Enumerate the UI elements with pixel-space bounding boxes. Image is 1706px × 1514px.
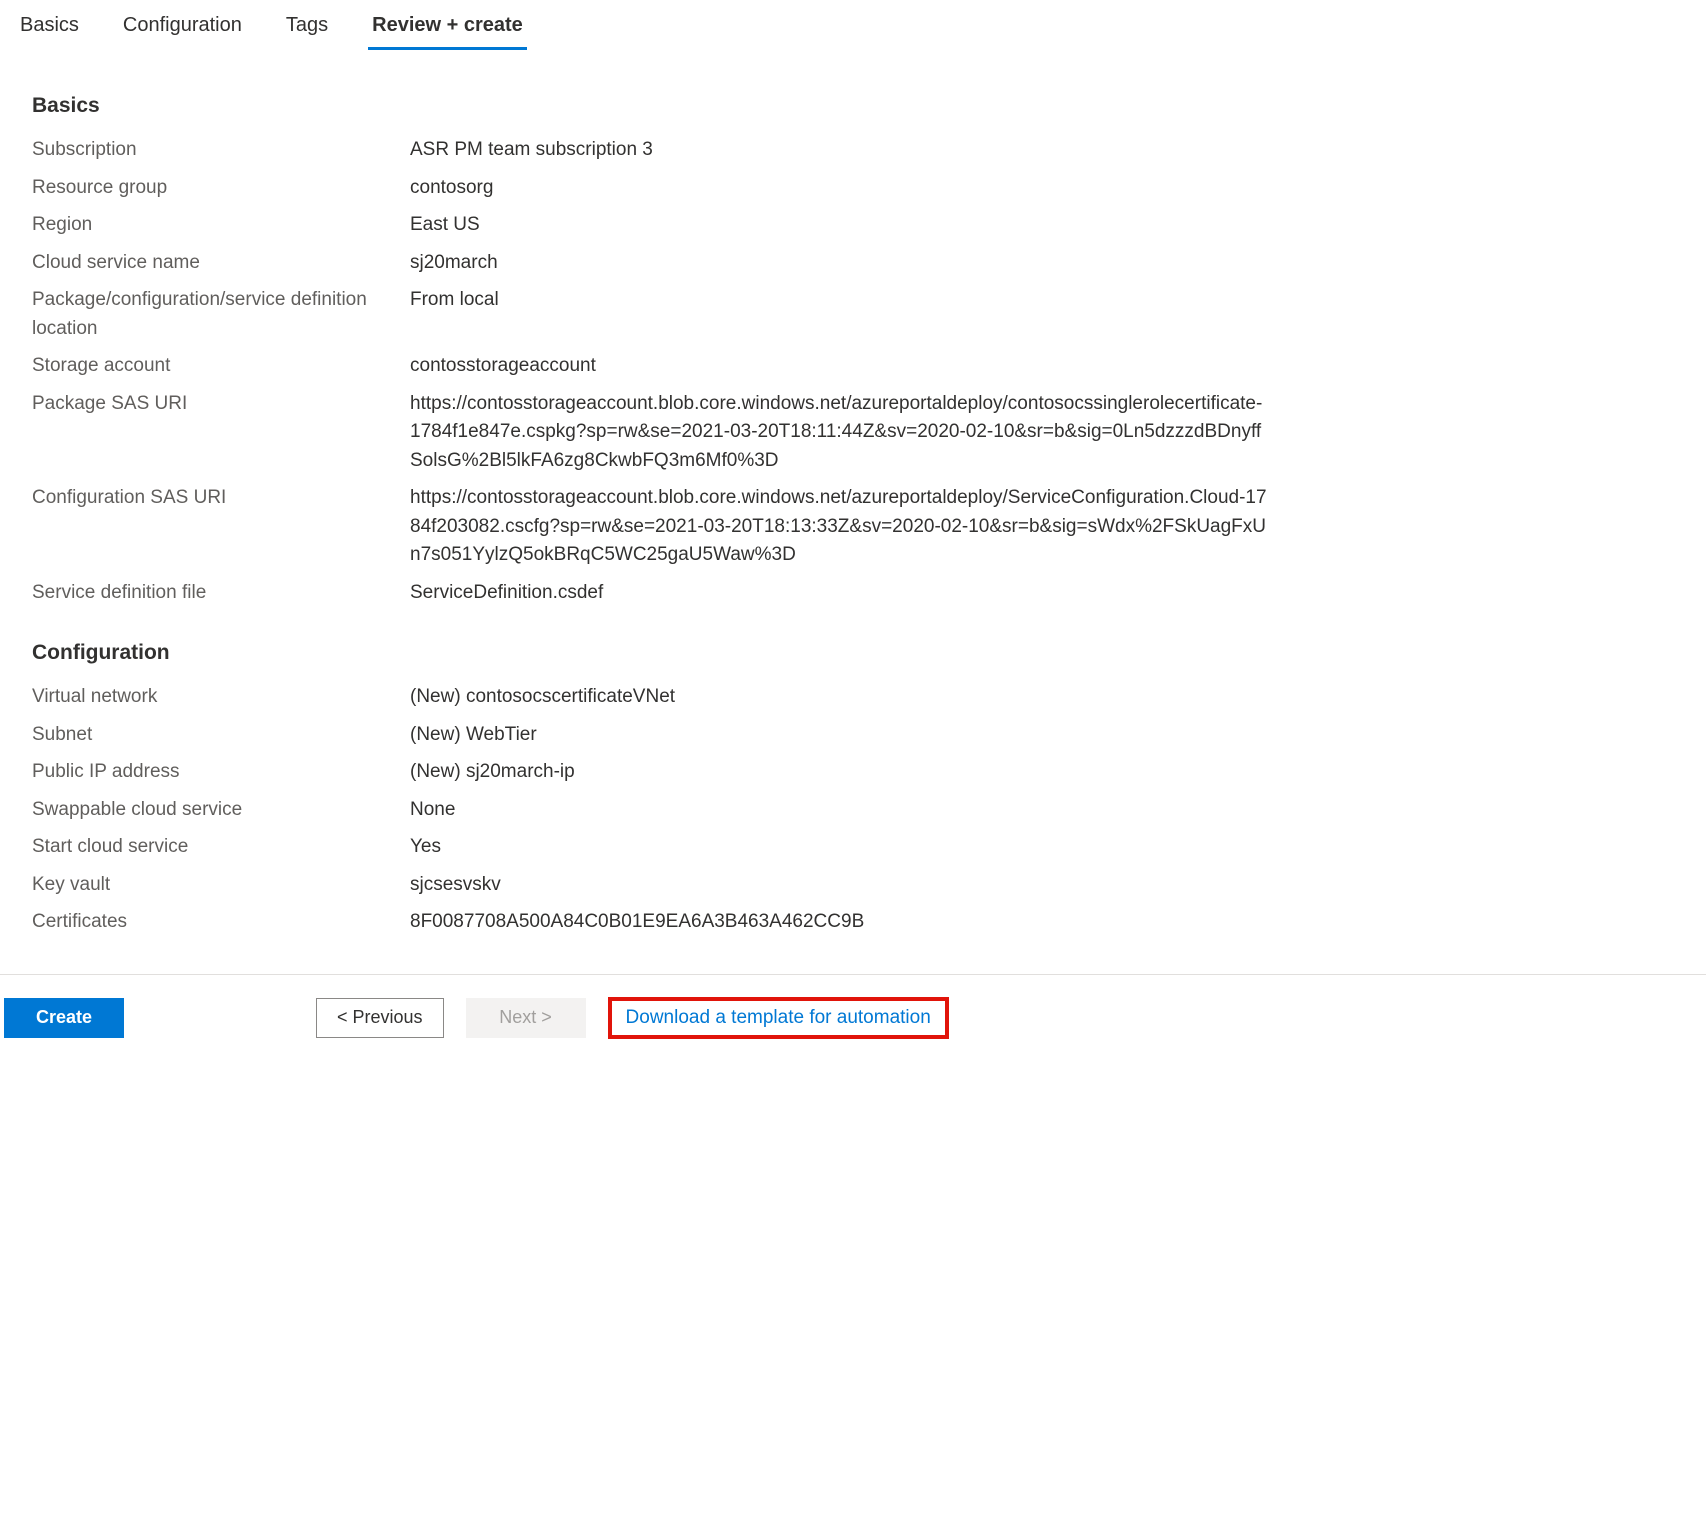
- row-package-sas-uri: Package SAS URI https://contosstorageacc…: [32, 390, 1268, 476]
- value-subscription: ASR PM team subscription 3: [410, 136, 1268, 165]
- label-resource-group: Resource group: [32, 174, 410, 203]
- wizard-footer: Create < Previous Next > Download a temp…: [0, 975, 1706, 1061]
- download-template-highlight: Download a template for automation: [608, 997, 949, 1039]
- value-public-ip: (New) sj20march-ip: [410, 758, 1268, 787]
- row-swappable: Swappable cloud service None: [32, 796, 1268, 825]
- value-swappable: None: [410, 796, 1268, 825]
- value-virtual-network: (New) contosocscertificateVNet: [410, 683, 1268, 712]
- label-subscription: Subscription: [32, 136, 410, 165]
- value-service-def-file: ServiceDefinition.csdef: [410, 579, 1268, 608]
- label-cloud-service-name: Cloud service name: [32, 249, 410, 278]
- value-storage-account: contosstorageaccount: [410, 352, 1268, 381]
- row-region: Region East US: [32, 211, 1268, 240]
- row-service-def-file: Service definition file ServiceDefinitio…: [32, 579, 1268, 608]
- label-start-service: Start cloud service: [32, 833, 410, 862]
- row-cloud-service-name: Cloud service name sj20march: [32, 249, 1268, 278]
- tab-review-create[interactable]: Review + create: [368, 8, 527, 50]
- label-pkg-location: Package/configuration/service definition…: [32, 286, 410, 343]
- value-config-sas-uri: https://contosstorageaccount.blob.core.w…: [410, 484, 1268, 570]
- label-certificates: Certificates: [32, 908, 410, 937]
- row-subnet: Subnet (New) WebTier: [32, 721, 1268, 750]
- row-subscription: Subscription ASR PM team subscription 3: [32, 136, 1268, 165]
- value-start-service: Yes: [410, 833, 1268, 862]
- value-resource-group: contosorg: [410, 174, 1268, 203]
- label-subnet: Subnet: [32, 721, 410, 750]
- label-public-ip: Public IP address: [32, 758, 410, 787]
- row-pkg-location: Package/configuration/service definition…: [32, 286, 1268, 343]
- tab-basics[interactable]: Basics: [16, 8, 83, 50]
- section-heading-configuration: Configuration: [32, 641, 1268, 665]
- previous-button[interactable]: < Previous: [316, 998, 444, 1038]
- label-config-sas-uri: Configuration SAS URI: [32, 484, 410, 513]
- download-template-link[interactable]: Download a template for automation: [626, 1007, 931, 1028]
- label-package-sas-uri: Package SAS URI: [32, 390, 410, 419]
- label-swappable: Swappable cloud service: [32, 796, 410, 825]
- row-resource-group: Resource group contosorg: [32, 174, 1268, 203]
- label-service-def-file: Service definition file: [32, 579, 410, 608]
- label-virtual-network: Virtual network: [32, 683, 410, 712]
- row-public-ip: Public IP address (New) sj20march-ip: [32, 758, 1268, 787]
- value-region: East US: [410, 211, 1268, 240]
- label-storage-account: Storage account: [32, 352, 410, 381]
- value-certificates: 8F0087708A500A84C0B01E9EA6A3B463A462CC9B: [410, 908, 1268, 937]
- value-key-vault: sjcsesvskv: [410, 871, 1268, 900]
- row-storage-account: Storage account contosstorageaccount: [32, 352, 1268, 381]
- next-button: Next >: [466, 998, 586, 1038]
- tab-tags[interactable]: Tags: [282, 8, 332, 50]
- value-pkg-location: From local: [410, 286, 1268, 315]
- label-region: Region: [32, 211, 410, 240]
- value-package-sas-uri: https://contosstorageaccount.blob.core.w…: [410, 390, 1268, 476]
- row-config-sas-uri: Configuration SAS URI https://contosstor…: [32, 484, 1268, 570]
- review-content: Basics Subscription ASR PM team subscrip…: [0, 50, 1300, 966]
- value-cloud-service-name: sj20march: [410, 249, 1268, 278]
- row-key-vault: Key vault sjcsesvskv: [32, 871, 1268, 900]
- create-button[interactable]: Create: [4, 998, 124, 1038]
- section-heading-basics: Basics: [32, 94, 1268, 118]
- row-certificates: Certificates 8F0087708A500A84C0B01E9EA6A…: [32, 908, 1268, 937]
- label-key-vault: Key vault: [32, 871, 410, 900]
- tab-configuration[interactable]: Configuration: [119, 8, 246, 50]
- row-start-service: Start cloud service Yes: [32, 833, 1268, 862]
- row-virtual-network: Virtual network (New) contosocscertifica…: [32, 683, 1268, 712]
- value-subnet: (New) WebTier: [410, 721, 1268, 750]
- wizard-tabs: Basics Configuration Tags Review + creat…: [0, 0, 1706, 50]
